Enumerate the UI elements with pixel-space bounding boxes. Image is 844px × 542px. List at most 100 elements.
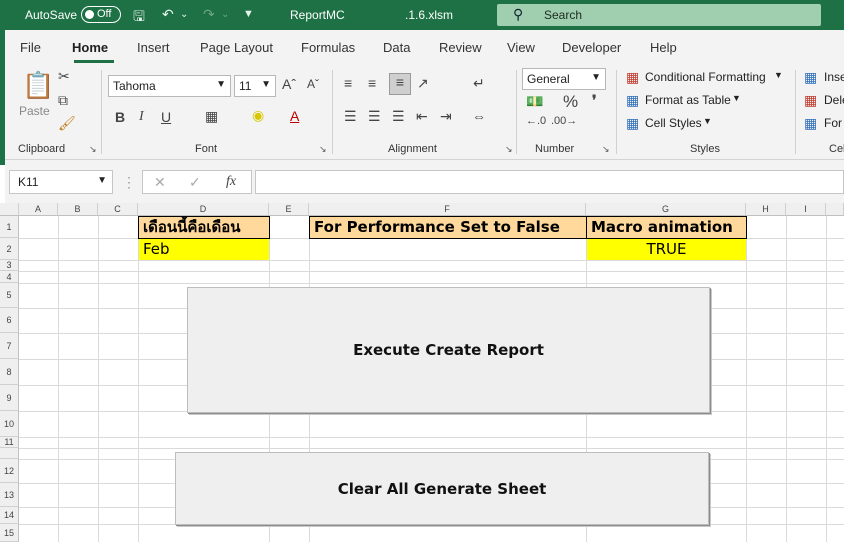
delete-cells-button[interactable]: Dele	[824, 93, 844, 107]
redo-dropdown-icon[interactable]: ⌄	[221, 9, 229, 20]
align-center-icon[interactable]: ☰	[368, 108, 381, 125]
percent-button[interactable]: %	[563, 92, 578, 112]
undo-dropdown-icon[interactable]: ⌄	[180, 9, 188, 20]
tab-review[interactable]: Review	[439, 40, 482, 55]
select-all-corner[interactable]	[0, 203, 19, 216]
tab-page-layout[interactable]: Page Layout	[200, 40, 273, 55]
copy-icon[interactable]: ⧉	[58, 92, 68, 109]
column-header-e[interactable]: E	[269, 203, 309, 216]
column-header-h[interactable]: H	[746, 203, 786, 216]
decrease-indent-icon[interactable]: ⇤	[416, 108, 428, 125]
insert-function-button[interactable]: fx	[226, 174, 236, 190]
number-format-dropdown[interactable]: General ▼	[522, 68, 606, 90]
chevron-down-icon[interactable]: ▼	[732, 93, 741, 103]
row-header-9[interactable]: 9	[0, 385, 19, 411]
tab-file[interactable]: File	[20, 40, 41, 55]
align-right-icon[interactable]: ☰	[392, 108, 405, 125]
row-header-11[interactable]: 11	[0, 437, 19, 448]
search-box[interactable]: ⚲ Search	[497, 4, 821, 26]
chevron-down-icon[interactable]: ▼	[703, 116, 712, 126]
align-middle-icon[interactable]: ≡	[368, 75, 376, 91]
format-painter-icon[interactable]: 🖌	[58, 115, 76, 132]
increase-font-icon[interactable]: Aˆ	[282, 76, 296, 92]
column-header-f[interactable]: F	[309, 203, 586, 216]
cell-d2[interactable]: Feb	[139, 239, 269, 260]
cell-d1[interactable]: เดือนนี้คือเดือน	[138, 216, 270, 239]
column-header-j[interactable]	[826, 203, 844, 216]
tab-formulas[interactable]: Formulas	[301, 40, 355, 55]
row-header-7[interactable]: 7	[0, 333, 19, 359]
row-header-15[interactable]: 15	[0, 524, 19, 542]
merge-center-icon[interactable]: ⇔	[472, 108, 486, 124]
row-header-12[interactable]: 12	[0, 459, 19, 483]
chevron-down-icon[interactable]: ▼	[774, 70, 783, 80]
paste-icon[interactable]: 📋	[22, 70, 54, 101]
increase-indent-icon[interactable]: ⇥	[440, 108, 452, 125]
undo-icon[interactable]: ↶	[162, 6, 174, 23]
clear-all-generate-sheet-button[interactable]: Clear All Generate Sheet	[175, 452, 709, 525]
font-size-dropdown[interactable]: 11 ▼	[234, 75, 276, 97]
tab-developer[interactable]: Developer	[562, 40, 621, 55]
column-header-a[interactable]: A	[19, 203, 58, 216]
row-header-14[interactable]: 14	[0, 507, 19, 524]
align-left-icon[interactable]: ☰	[344, 108, 357, 125]
increase-decimal-icon[interactable]: ←.0	[526, 115, 546, 127]
decrease-decimal-icon[interactable]: .00→	[551, 115, 577, 127]
tab-insert[interactable]: Insert	[137, 40, 170, 55]
borders-icon[interactable]: ▦	[205, 108, 218, 125]
row-header-5[interactable]: 5	[0, 283, 19, 308]
row-header-8[interactable]: 8	[0, 359, 19, 385]
comma-style-icon[interactable]: ❜	[592, 92, 597, 109]
format-cells-button[interactable]: For	[824, 116, 842, 130]
underline-button[interactable]: U	[161, 109, 171, 125]
decrease-font-icon[interactable]: Aˇ	[307, 77, 319, 91]
row-header-13[interactable]: 13	[0, 483, 19, 507]
name-box[interactable]: K11 ▼	[9, 170, 113, 194]
italic-button[interactable]: I	[139, 109, 144, 125]
insert-cells-button[interactable]: Inse	[824, 70, 844, 84]
row-header-6[interactable]: 6	[0, 308, 19, 333]
execute-create-report-button[interactable]: Execute Create Report	[187, 287, 710, 413]
column-header-c[interactable]: C	[98, 203, 138, 216]
align-top-icon[interactable]: ≡	[344, 75, 352, 91]
cell-f1[interactable]: For Performance Set to False	[309, 216, 587, 239]
alignment-launcher-icon[interactable]: ↘	[505, 144, 513, 155]
redo-icon[interactable]: ↷	[203, 6, 215, 23]
cell-g2[interactable]: TRUE	[587, 239, 746, 260]
accounting-format-icon[interactable]: 💵	[526, 93, 543, 110]
wrap-text-icon[interactable]: ↵	[473, 75, 485, 92]
font-color-icon[interactable]: A	[290, 108, 299, 124]
cut-icon[interactable]: ✂	[58, 68, 70, 85]
column-header-d[interactable]: D	[138, 203, 269, 216]
column-header-i[interactable]: I	[786, 203, 826, 216]
format-as-table-button[interactable]: Format as Table	[645, 93, 731, 107]
conditional-formatting-button[interactable]: Conditional Formatting	[645, 70, 766, 84]
enter-icon[interactable]: ✓	[189, 174, 201, 191]
cancel-icon[interactable]: ✕	[154, 174, 166, 191]
clipboard-launcher-icon[interactable]: ↘	[89, 144, 97, 155]
column-header-b[interactable]: B	[58, 203, 98, 216]
row-header-4[interactable]: 4	[0, 271, 19, 283]
font-name-dropdown[interactable]: Tahoma ▼	[108, 75, 231, 97]
row-header-1[interactable]: 1	[0, 216, 19, 238]
font-launcher-icon[interactable]: ↘	[319, 144, 327, 155]
fill-color-icon[interactable]: ◉	[252, 107, 264, 124]
bold-button[interactable]: B	[115, 109, 125, 125]
customize-toolbar-icon[interactable]: ▼	[243, 8, 254, 20]
row-header-3[interactable]: 3	[0, 260, 19, 271]
tab-home[interactable]: Home	[72, 40, 108, 55]
paste-label[interactable]: Paste	[19, 104, 50, 118]
save-icon[interactable]: 🖫	[133, 6, 145, 30]
autosave-toggle[interactable]: Off	[81, 6, 121, 23]
cell-g1[interactable]: Macro animation	[586, 216, 747, 239]
row-header-10[interactable]: 10	[0, 411, 19, 437]
formula-input[interactable]	[255, 170, 844, 194]
row-header-2[interactable]: 2	[0, 238, 19, 260]
tab-view[interactable]: View	[507, 40, 535, 55]
tab-data[interactable]: Data	[383, 40, 410, 55]
number-launcher-icon[interactable]: ↘	[602, 144, 610, 155]
column-header-g[interactable]: G	[586, 203, 746, 216]
cell-styles-button[interactable]: Cell Styles	[645, 116, 702, 130]
tab-help[interactable]: Help	[650, 40, 677, 55]
orientation-icon[interactable]: ↗	[417, 75, 429, 92]
